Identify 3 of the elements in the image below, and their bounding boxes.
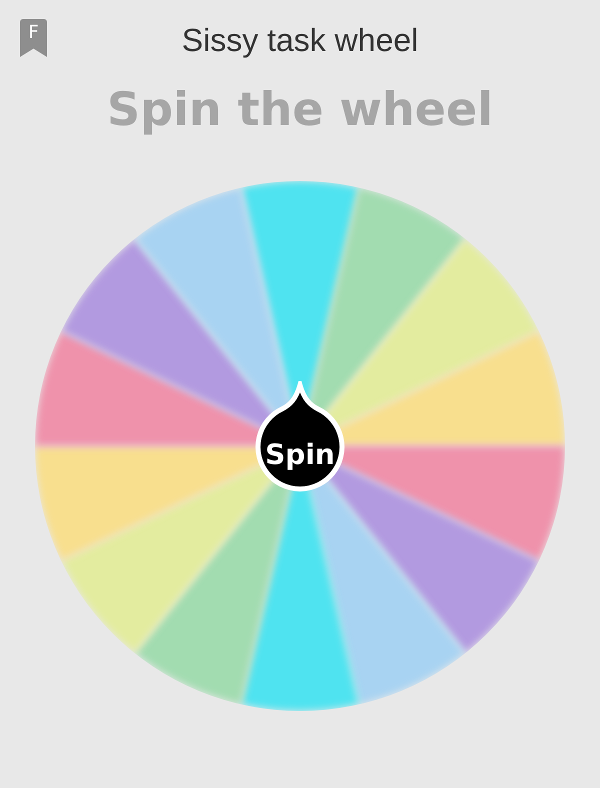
heading: Spin the wheel [107, 82, 493, 136]
spin-button[interactable]: Spin [254, 381, 346, 493]
app-title: Sissy task wheel [182, 22, 418, 58]
